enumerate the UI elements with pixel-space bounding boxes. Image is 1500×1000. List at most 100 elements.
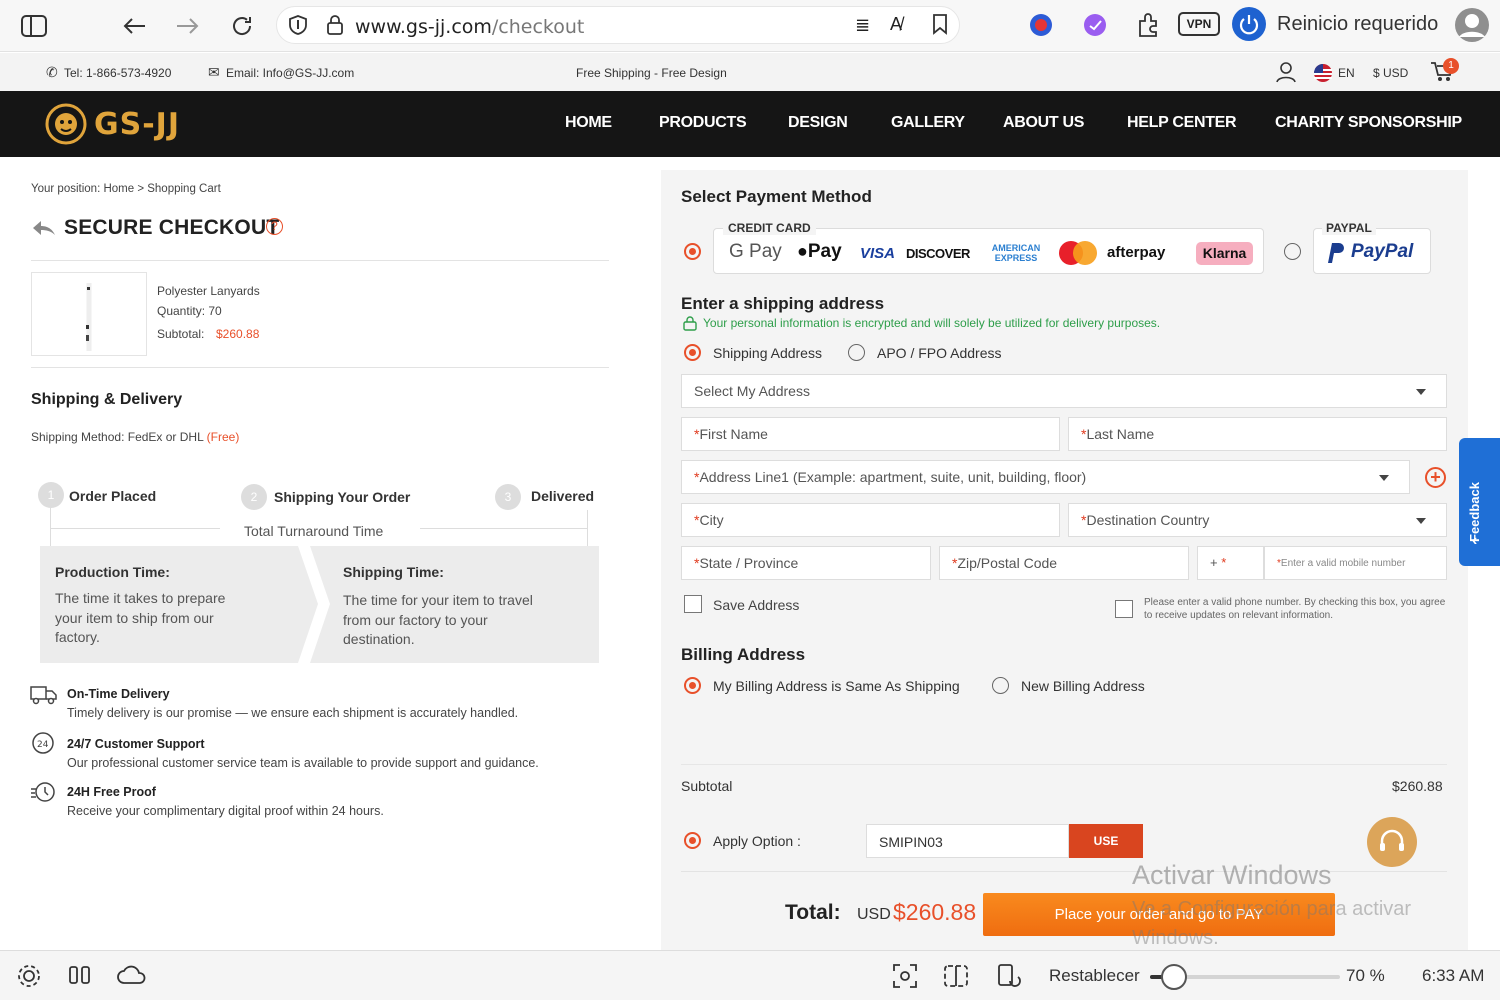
step-1-circle: 1 xyxy=(38,482,64,508)
state-field[interactable]: *State / Province xyxy=(681,546,931,580)
zoom-slider-track[interactable] xyxy=(1150,964,1340,990)
clock: 6:33 AM xyxy=(1422,966,1485,985)
zoom-reset-button[interactable]: Restablecer xyxy=(1049,966,1140,986)
billing-same-label[interactable]: My Billing Address is Same As Shipping xyxy=(713,678,960,694)
save-address-checkbox[interactable] xyxy=(684,595,702,613)
nav-help-center[interactable]: HELP CENTER xyxy=(1127,114,1237,132)
phone-country-code-field[interactable]: + * xyxy=(1197,546,1264,580)
first-name-field[interactable]: *First Name xyxy=(681,417,1060,451)
language-selector[interactable]: EN xyxy=(1338,66,1355,80)
shipping-address-label[interactable]: Shipping Address xyxy=(713,345,822,361)
billing-new-radio[interactable] xyxy=(992,677,1009,694)
billing-new-label[interactable]: New Billing Address xyxy=(1021,678,1145,694)
total-label: Total: xyxy=(785,901,841,924)
shipping-time-desc: The time for your item to travel from ou… xyxy=(343,592,533,647)
activate-windows-watermark: Activar Windows xyxy=(1132,860,1332,890)
power-icon[interactable] xyxy=(1232,7,1266,41)
bookmark-icon[interactable] xyxy=(932,13,948,40)
use-coupon-button[interactable]: USE xyxy=(1069,824,1143,858)
nav-about-us[interactable]: ABOUT US xyxy=(1003,114,1084,132)
shield-icon[interactable] xyxy=(287,14,309,41)
nav-charity-sponsorship[interactable]: CHARITY SPONSORSHIP xyxy=(1275,114,1462,132)
back-arrow-icon[interactable] xyxy=(31,217,57,244)
address-bar[interactable]: www.gs-jj.com/checkout ≣ A̸ xyxy=(276,6,960,44)
extensions-puzzle-icon[interactable] xyxy=(1134,11,1162,44)
browser-toolbar: www.gs-jj.com/checkout ≣ A̸ VPN Reinicio… xyxy=(0,0,1500,52)
nav-design[interactable]: DESIGN xyxy=(788,114,848,132)
split-view-icon[interactable] xyxy=(68,963,92,993)
select-address-dropdown[interactable]: Select My Address xyxy=(681,374,1447,408)
vpn-button[interactable]: VPN xyxy=(1178,12,1220,36)
total-value: $260.88 xyxy=(893,899,977,925)
paypal-label: PAYPAL xyxy=(1322,221,1376,235)
last-name-field[interactable]: *Last Name xyxy=(1068,417,1447,451)
product-thumbnail[interactable] xyxy=(31,272,147,356)
email-icon: ✉ xyxy=(208,64,220,80)
capture-area-icon[interactable] xyxy=(942,963,970,995)
translate-icon[interactable]: A̸ xyxy=(890,14,902,35)
settings-gear-icon[interactable] xyxy=(16,963,42,995)
phone-updates-checkbox[interactable] xyxy=(1115,600,1133,618)
url-text[interactable]: www.gs-jj.com/checkout xyxy=(355,16,584,38)
email-address[interactable]: Email: Info@GS-JJ.com xyxy=(226,66,354,80)
timeline-line xyxy=(50,528,220,529)
reload-icon[interactable] xyxy=(226,10,258,42)
nav-products[interactable]: PRODUCTS xyxy=(659,114,747,132)
feedback-tab[interactable]: Feedback ‹ xyxy=(1459,438,1500,566)
paypal-radio[interactable] xyxy=(1284,243,1301,260)
total-currency: USD xyxy=(857,906,891,923)
activate-windows-subtext: Ve a Configuración para activar xyxy=(1132,898,1412,920)
production-time-desc: The time it takes to prepare your item t… xyxy=(55,590,226,645)
screenshot-icon[interactable] xyxy=(892,963,918,995)
shipping-address-radio[interactable] xyxy=(684,344,701,361)
lock-icon[interactable] xyxy=(325,14,345,41)
activate-windows-subtext-2: Windows. xyxy=(1132,927,1219,949)
phone-field[interactable]: *Enter a valid mobile number xyxy=(1264,546,1447,580)
credit-card-label: CREDIT CARD xyxy=(723,221,816,235)
shipping-time-title: Shipping Time: xyxy=(343,564,444,580)
paypal-p-icon xyxy=(1324,241,1344,270)
zoom-slider-thumb[interactable] xyxy=(1161,964,1187,990)
extension-purple-icon[interactable] xyxy=(1082,12,1108,43)
apply-option-radio[interactable] xyxy=(684,832,701,849)
feedback-label: Feedback xyxy=(1467,482,1482,542)
afterpay-logo: afterpay xyxy=(1107,244,1166,261)
logo[interactable]: GS-JJ xyxy=(44,102,180,146)
top-info-bar: ✆ Tel: 1-866-573-4920 ✉ Email: Info@GS-J… xyxy=(0,53,1500,91)
nav-gallery[interactable]: GALLERY xyxy=(891,114,965,132)
user-account-icon[interactable] xyxy=(1275,61,1297,86)
profile-avatar-icon[interactable] xyxy=(1454,7,1490,48)
address-line1-field[interactable]: *Address Line1 (Example: apartment, suit… xyxy=(681,460,1410,494)
help-icon[interactable]: ? xyxy=(266,218,283,235)
paypal-logo: PayPal xyxy=(1351,241,1414,262)
breadcrumb: Your position: Home > Shopping Cart xyxy=(31,183,221,195)
destination-country-dropdown[interactable]: *Destination Country xyxy=(1068,503,1447,537)
billing-same-radio[interactable] xyxy=(684,677,701,694)
coupon-input[interactable]: SMIPIN03 xyxy=(866,824,1069,858)
save-address-label[interactable]: Save Address xyxy=(713,597,799,613)
cloud-icon[interactable] xyxy=(116,963,148,993)
back-icon[interactable] xyxy=(118,10,150,42)
add-address-icon[interactable]: + xyxy=(1425,467,1446,488)
phone-number[interactable]: Tel: 1-866-573-4920 xyxy=(64,66,171,80)
credit-card-radio[interactable] xyxy=(684,243,701,260)
extension-bug-icon[interactable] xyxy=(1028,12,1054,43)
restart-required-label[interactable]: Reinicio requerido xyxy=(1277,13,1438,36)
billing-address-title: Billing Address xyxy=(681,645,806,664)
nav-home[interactable]: HOME xyxy=(565,114,612,132)
apo-address-label[interactable]: APO / FPO Address xyxy=(877,345,1002,361)
apo-address-radio[interactable] xyxy=(848,344,865,361)
subtotal-value: $260.88 xyxy=(1392,778,1443,794)
currency-selector[interactable]: $ USD xyxy=(1373,66,1408,80)
page-title: SECURE CHECKOUT xyxy=(64,216,280,239)
reader-mode-icon[interactable]: ≣ xyxy=(855,15,870,36)
forward-icon[interactable] xyxy=(172,10,204,42)
chevron-down-icon xyxy=(1416,389,1426,395)
us-flag-icon[interactable] xyxy=(1313,64,1333,85)
support-chat-icon[interactable] xyxy=(1367,817,1417,867)
zip-field[interactable]: *Zip/Postal Code xyxy=(939,546,1189,580)
refresh-mobile-icon[interactable] xyxy=(996,963,1022,995)
city-field[interactable]: *City xyxy=(681,503,1060,537)
sidebar-toggle-icon[interactable] xyxy=(18,10,50,42)
taskbar: Restablecer 70 % 6:33 AM xyxy=(0,950,1500,1000)
